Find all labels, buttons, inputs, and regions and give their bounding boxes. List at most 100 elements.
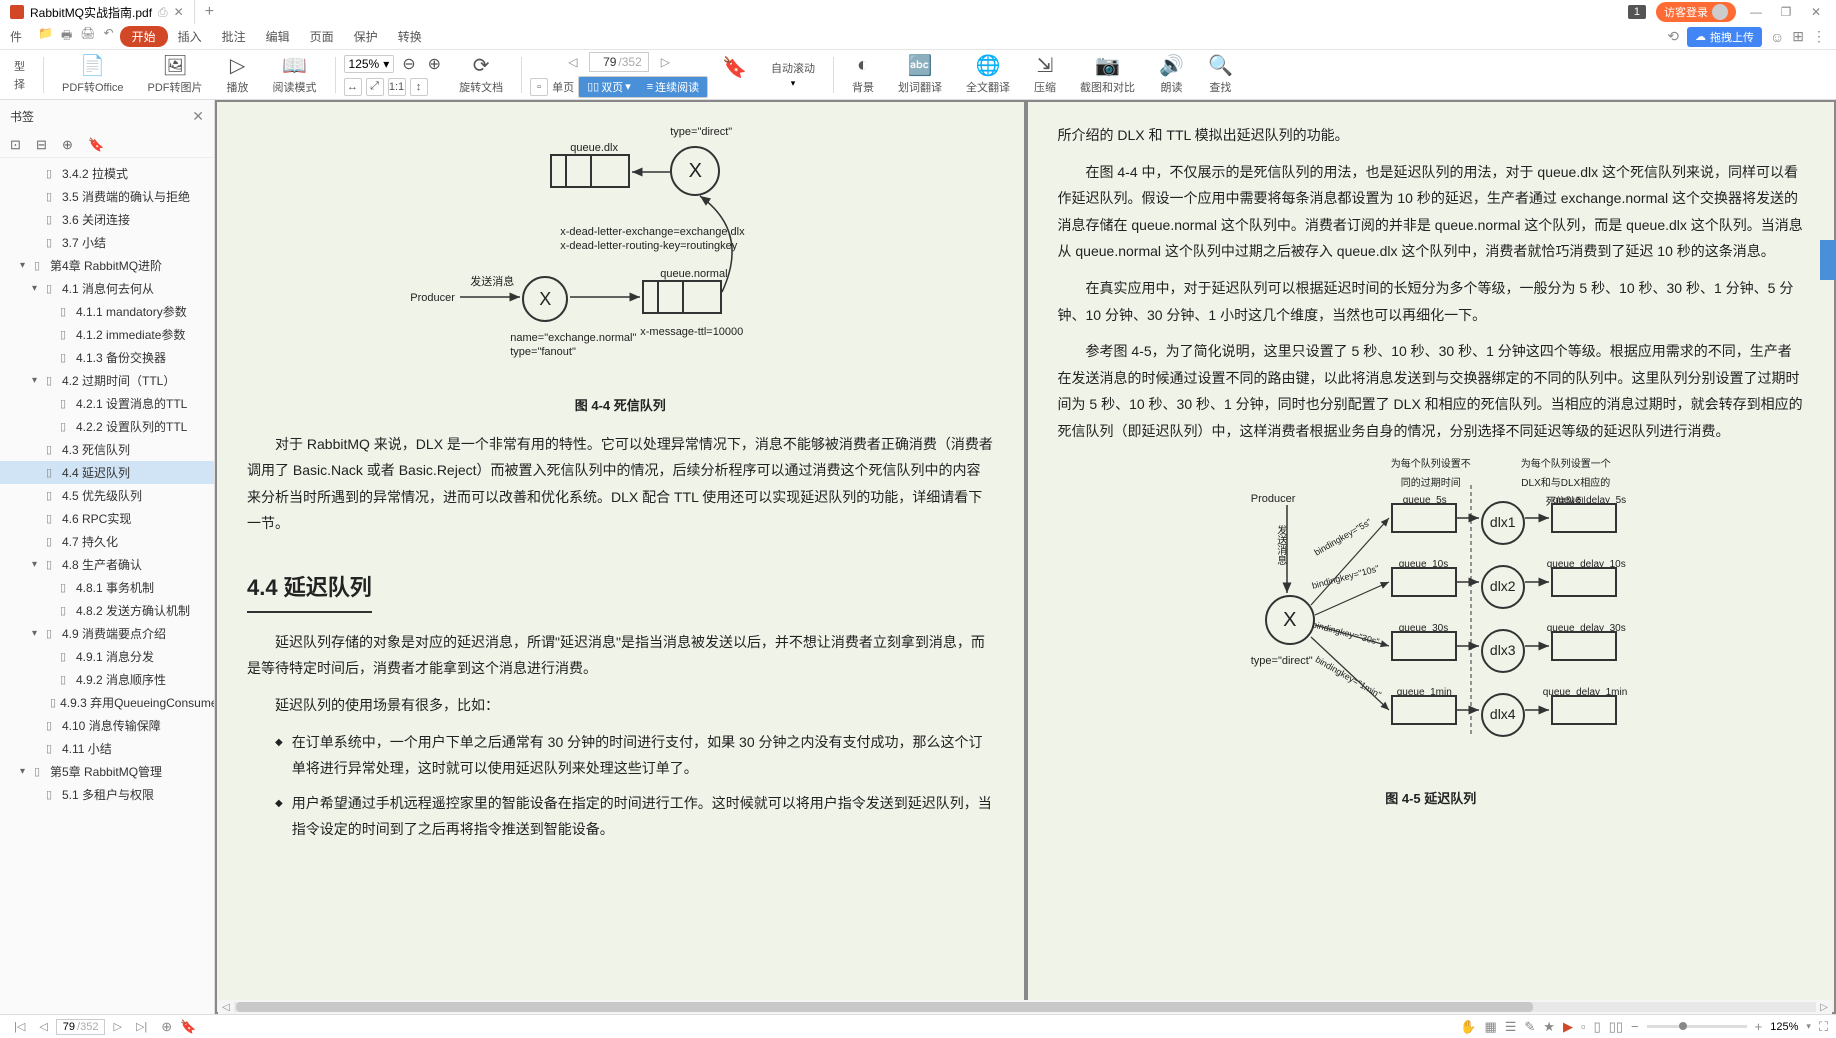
horizontal-scrollbar[interactable]: ◁ ▷ xyxy=(218,1000,1832,1014)
bookmark-item[interactable]: ▯4.9.3 弃用QueueingConsumer xyxy=(0,691,214,714)
bookmark-item[interactable]: ▯4.4 延迟队列 xyxy=(0,461,214,484)
new-tab-button[interactable]: + xyxy=(195,3,224,21)
sync-icon[interactable]: ⟲ xyxy=(1667,28,1679,45)
feedback-icon[interactable]: ☺ xyxy=(1770,29,1784,45)
zoom-out-button[interactable]: ⊖ xyxy=(398,54,419,74)
upload-button[interactable]: ☁ 拖拽上传 xyxy=(1687,27,1762,47)
single-view-icon[interactable]: ▯ xyxy=(1594,1019,1601,1035)
restore-icon[interactable]: ❐ xyxy=(1776,5,1796,19)
side-tab[interactable] xyxy=(1820,240,1836,280)
close-icon[interactable]: ✕ xyxy=(174,5,184,19)
bookmark-item[interactable]: ▯4.8.2 发送方确认机制 xyxy=(0,599,214,622)
background-button[interactable]: ◐ 背景 xyxy=(842,55,884,95)
pdf-to-office-button[interactable]: 📄 PDF转Office xyxy=(52,55,134,95)
continuous-button[interactable]: ≡连续阅读 xyxy=(639,77,707,97)
menu-edit[interactable]: 编辑 xyxy=(256,28,300,45)
fit-page-icon[interactable]: ⤢ xyxy=(366,78,384,96)
thumbnail-icon[interactable]: ▦ xyxy=(1484,1019,1496,1035)
expand-all-icon[interactable]: ⊡ xyxy=(10,137,26,153)
last-page-button[interactable]: ▷| xyxy=(130,1020,153,1033)
double-view-icon[interactable]: ▯▯ xyxy=(1609,1019,1623,1035)
search-button[interactable]: 🔍 查找 xyxy=(1198,55,1243,95)
next-page-button[interactable]: ▷ xyxy=(655,55,676,69)
menu-start[interactable]: 开始 xyxy=(120,26,168,47)
prev-page-button[interactable]: ◁ xyxy=(33,1020,53,1033)
bookmark-page-icon[interactable]: 🔖 xyxy=(180,1019,196,1035)
collapse-all-icon[interactable]: ⊟ xyxy=(36,137,52,153)
read-aloud-button[interactable]: 🔊 朗读 xyxy=(1149,55,1194,95)
open-icon[interactable]: 📁 xyxy=(38,26,53,47)
bookmark-item[interactable]: ▯4.9.1 消息分发 xyxy=(0,645,214,668)
first-page-button[interactable]: |◁ xyxy=(8,1020,31,1033)
bookmarks-tree[interactable]: ▯3.4.2 拉模式▯3.5 消费端的确认与拒绝▯3.6 关闭连接▯3.7 小结… xyxy=(0,158,214,1014)
bookmark-item[interactable]: ▯4.11 小结 xyxy=(0,737,214,760)
bookmark-item[interactable]: ▯4.1.1 mandatory参数 xyxy=(0,300,214,323)
bookmark-item[interactable]: ▯4.8.1 事务机制 xyxy=(0,576,214,599)
play-button[interactable]: ▷ 播放 xyxy=(217,55,259,95)
record-icon[interactable]: ▶ xyxy=(1563,1019,1573,1035)
document-tab[interactable]: RabbitMQ实战指南.pdf ⎙ ✕ xyxy=(0,0,195,24)
dict-translate-button[interactable]: 🔤 划词翻译 xyxy=(888,55,952,95)
more-icon[interactable]: ⋮ xyxy=(1812,28,1826,45)
compress-button[interactable]: ⇲ 压缩 xyxy=(1024,55,1066,95)
chevron-down-icon[interactable]: ▾ xyxy=(1806,1021,1811,1032)
bookmark-item[interactable]: ▾▯4.1 消息何去何从 xyxy=(0,277,214,300)
full-translate-button[interactable]: 🌐 全文翻译 xyxy=(956,55,1020,95)
window-icon[interactable]: ⊞ xyxy=(1792,28,1804,45)
bookmark-item[interactable]: ▾▯4.9 消费端要点介绍 xyxy=(0,622,214,645)
guest-login-button[interactable]: 访客登录 xyxy=(1656,2,1736,22)
fullscreen-icon[interactable]: ⛶ xyxy=(1819,1019,1828,1035)
bookmark-item[interactable]: ▯4.6 RPC实现 xyxy=(0,507,214,530)
screenshot-button[interactable]: 📷 截图和对比 xyxy=(1070,55,1145,95)
save-icon[interactable]: 🖶 xyxy=(61,26,72,47)
menu-insert[interactable]: 插入 xyxy=(168,28,212,45)
read-mode-button[interactable]: 📖 阅读模式 xyxy=(263,55,327,95)
page-layout-icon[interactable]: ▫ xyxy=(1581,1019,1586,1034)
bookmark-item[interactable]: ▯4.2.1 设置消息的TTL xyxy=(0,392,214,415)
print-icon[interactable]: 🖨 xyxy=(80,26,95,47)
toggle-icon[interactable]: ▾ xyxy=(20,260,30,271)
add-bookmark-icon[interactable]: ⊕ xyxy=(62,137,78,153)
next-page-button[interactable]: ▷ xyxy=(107,1020,127,1033)
toggle-icon[interactable]: ▾ xyxy=(20,766,30,777)
bookmark-item[interactable]: ▯4.2.2 设置队列的TTL xyxy=(0,415,214,438)
bookmark-item[interactable]: ▾▯第5章 RabbitMQ管理 xyxy=(0,760,214,783)
content-viewport[interactable]: type="direct" queue.dlx X x-dead-letter-… xyxy=(215,100,1836,1014)
bookmark-item[interactable]: ▯4.3 死信队列 xyxy=(0,438,214,461)
pdf-to-image-button[interactable]: 🖼 PDF转图片 xyxy=(138,55,213,95)
menu-convert[interactable]: 转换 xyxy=(388,28,432,45)
toggle-icon[interactable]: ▾ xyxy=(32,559,42,570)
bookmark-item[interactable]: ▯3.5 消费端的确认与拒绝 xyxy=(0,185,214,208)
fit-height-icon[interactable]: ↕ xyxy=(410,78,428,96)
actual-size-icon[interactable]: 1:1 xyxy=(388,78,406,96)
toggle-icon[interactable]: ▾ xyxy=(32,628,42,639)
bookmark-item[interactable]: ▯4.1.3 备份交换器 xyxy=(0,346,214,369)
bookmark-item[interactable]: ▯4.10 消息传输保障 xyxy=(0,714,214,737)
zoom-select[interactable]: 125% ▾ xyxy=(344,55,395,73)
bookmark-ribbon-icon[interactable]: 🔖 xyxy=(88,137,104,153)
outline-icon[interactable]: ☰ xyxy=(1505,1019,1517,1035)
bookmark-item[interactable]: ▯3.7 小结 xyxy=(0,231,214,254)
bookmark-item[interactable]: ▯3.6 关闭连接 xyxy=(0,208,214,231)
menu-protect[interactable]: 保护 xyxy=(344,28,388,45)
hand-tool-icon[interactable]: ✋ xyxy=(1460,1019,1476,1035)
bookmark-item[interactable]: ▯4.5 优先级队列 xyxy=(0,484,214,507)
minimize-icon[interactable]: — xyxy=(1746,5,1766,19)
menu-comment[interactable]: 批注 xyxy=(212,28,256,45)
auto-scroll-button[interactable]: 自动滚动 ▾ xyxy=(761,60,825,89)
add-page-icon[interactable]: ⊕ xyxy=(161,1019,172,1035)
bookmark-item[interactable]: ▾▯4.8 生产者确认 xyxy=(0,553,214,576)
toggle-icon[interactable]: ▾ xyxy=(32,283,42,294)
bookmark-item[interactable]: ▯4.7 持久化 xyxy=(0,530,214,553)
zoom-slider[interactable] xyxy=(1647,1025,1747,1028)
undo-icon[interactable]: ↶ xyxy=(104,26,114,47)
bookmark-item[interactable]: ▾▯第4章 RabbitMQ进阶 xyxy=(0,254,214,277)
single-page-icon[interactable]: ▫ xyxy=(530,78,548,96)
bookmark-item[interactable]: ▾▯4.2 过期时间（TTL） xyxy=(0,369,214,392)
notification-badge[interactable]: 1 xyxy=(1628,5,1646,19)
fit-width-icon[interactable]: ↔ xyxy=(344,78,362,96)
zoom-in-icon[interactable]: + xyxy=(1755,1019,1763,1034)
double-page-button[interactable]: ▯▯双页▾ xyxy=(579,77,639,97)
page-input[interactable]: 79 /352 xyxy=(589,52,648,72)
menu-file[interactable]: 件 xyxy=(0,28,32,45)
